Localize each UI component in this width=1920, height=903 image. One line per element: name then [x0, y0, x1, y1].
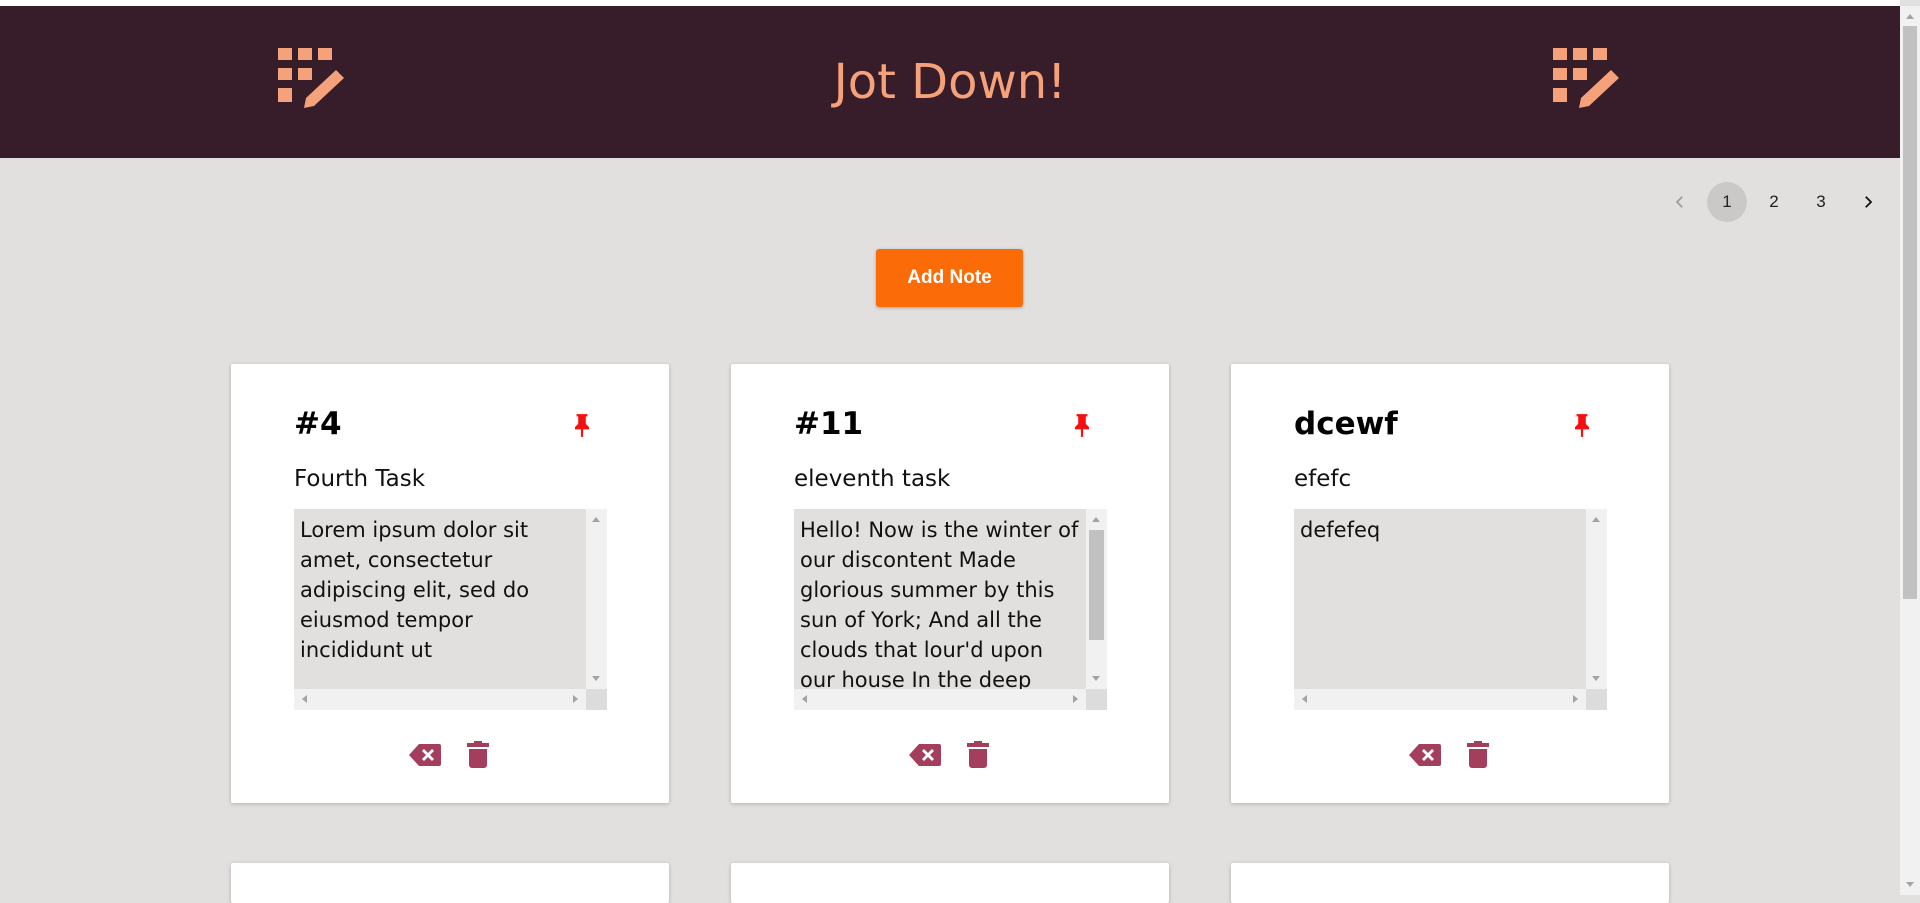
note-title: dcewf [1294, 406, 1398, 442]
chevron-right-icon [1865, 196, 1873, 208]
note-subtitle: eleventh task [794, 466, 951, 492]
scroll-corner [586, 689, 607, 710]
trash-icon[interactable] [1467, 741, 1489, 768]
pin-icon[interactable] [1069, 412, 1095, 438]
page-button-1[interactable]: 1 [1707, 182, 1747, 222]
note-card: #4 Fourth Task Lorem ipsum dolor sit ame… [231, 364, 669, 803]
vertical-scrollbar[interactable] [586, 509, 607, 689]
next-page-button[interactable] [1848, 182, 1888, 222]
backspace-icon[interactable] [1409, 743, 1441, 767]
backspace-icon[interactable] [909, 743, 941, 767]
note-title: #4 [294, 406, 342, 442]
note-body-textarea[interactable]: Hello! Now is the winter of our disconte… [794, 509, 1107, 710]
horizontal-scrollbar[interactable] [294, 689, 586, 710]
note-body-textarea[interactable]: Lorem ipsum dolor sit amet, consectetur … [294, 509, 607, 710]
note-title: #11 [794, 406, 864, 442]
note-body-textarea[interactable]: defefeq [1294, 509, 1607, 710]
note-body-text[interactable]: Hello! Now is the winter of our disconte… [794, 509, 1086, 689]
trash-icon[interactable] [467, 741, 489, 768]
page-button-3[interactable]: 3 [1801, 182, 1841, 222]
scroll-thumb[interactable] [1089, 530, 1104, 640]
pin-icon[interactable] [1569, 412, 1595, 438]
note-body-text[interactable]: Lorem ipsum dolor sit amet, consectetur … [294, 509, 586, 689]
note-card [731, 863, 1169, 903]
note-card: dcewf efefc defefeq [1231, 364, 1669, 803]
pin-icon[interactable] [569, 412, 595, 438]
note-card [231, 863, 669, 903]
page-button-2[interactable]: 2 [1754, 182, 1794, 222]
trash-icon[interactable] [967, 741, 989, 768]
prev-page-button[interactable] [1660, 182, 1700, 222]
vertical-scrollbar[interactable] [1586, 509, 1607, 689]
note-subtitle: Fourth Task [294, 466, 426, 492]
app-header: Jot Down! [0, 6, 1900, 158]
vertical-scrollbar[interactable] [1086, 509, 1107, 689]
page-scrollbar[interactable] [1900, 6, 1920, 895]
scroll-corner [1086, 689, 1107, 710]
horizontal-scrollbar[interactable] [794, 689, 1086, 710]
backspace-icon[interactable] [409, 743, 441, 767]
page-scroll-thumb[interactable] [1903, 26, 1917, 599]
grid-pencil-icon [1553, 48, 1619, 108]
chevron-left-icon [1675, 196, 1683, 208]
note-subtitle: efefc [1294, 466, 1352, 492]
horizontal-scrollbar[interactable] [1294, 689, 1586, 710]
note-card: #11 eleventh task Hello! Now is the wint… [731, 364, 1169, 803]
scroll-corner [1586, 689, 1607, 710]
add-note-button[interactable]: Add Note [876, 249, 1023, 307]
note-card [1231, 863, 1669, 903]
note-body-text[interactable]: defefeq [1294, 509, 1586, 689]
